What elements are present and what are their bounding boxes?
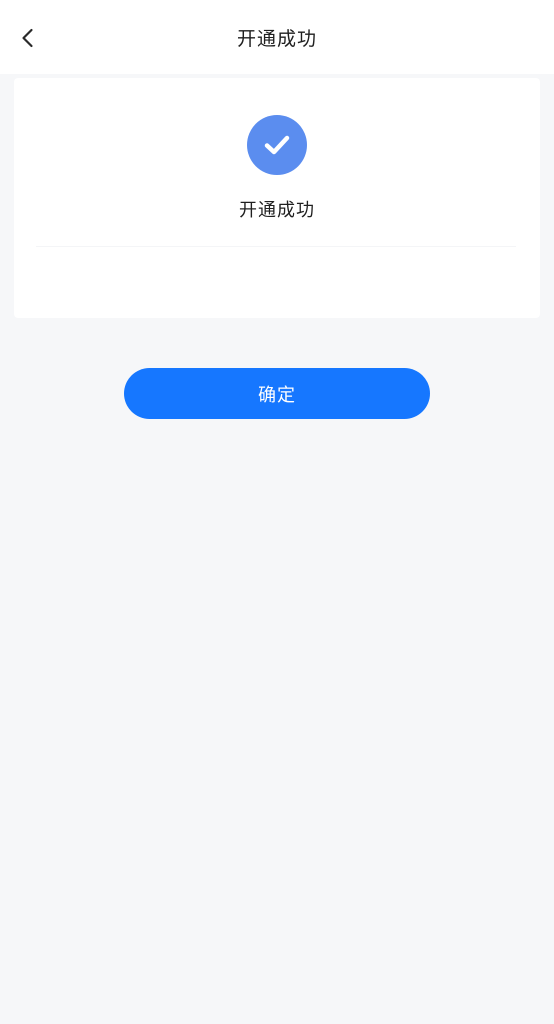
success-message: 开通成功 (239, 200, 315, 221)
check-circle-icon (247, 115, 307, 175)
navigation-bar: 开通成功 (0, 0, 554, 74)
result-card: 开通成功 (14, 78, 540, 318)
page-title: 开通成功 (236, 28, 317, 50)
confirm-button[interactable]: 确定 (124, 368, 430, 419)
divider (36, 246, 516, 247)
